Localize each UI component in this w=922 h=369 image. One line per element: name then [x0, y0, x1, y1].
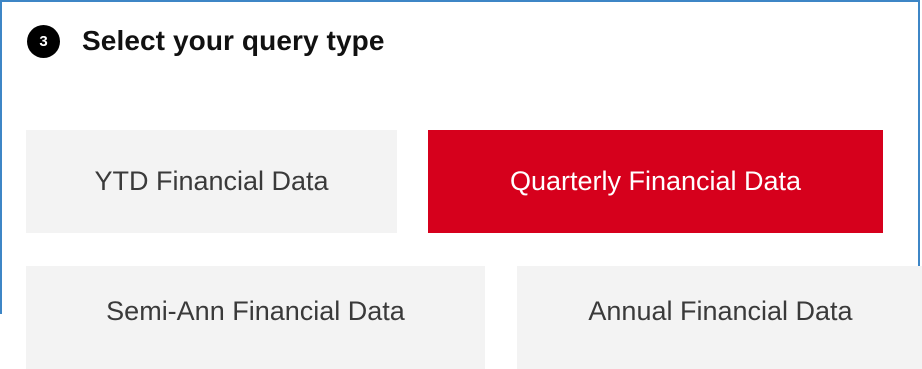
- query-type-option-quarterly[interactable]: Quarterly Financial Data: [428, 130, 883, 233]
- step-number-badge: 3: [27, 24, 60, 58]
- query-type-panel: 3 Select your query type YTD Financial D…: [0, 0, 922, 369]
- section-title: Select your query type: [82, 25, 385, 56]
- query-type-option-annual[interactable]: Annual Financial Data: [517, 266, 922, 369]
- section-header: 3 Select your query type: [27, 21, 385, 61]
- query-type-option-ytd[interactable]: YTD Financial Data: [26, 130, 397, 233]
- query-type-option-semi-annual[interactable]: Semi-Ann Financial Data: [26, 266, 485, 369]
